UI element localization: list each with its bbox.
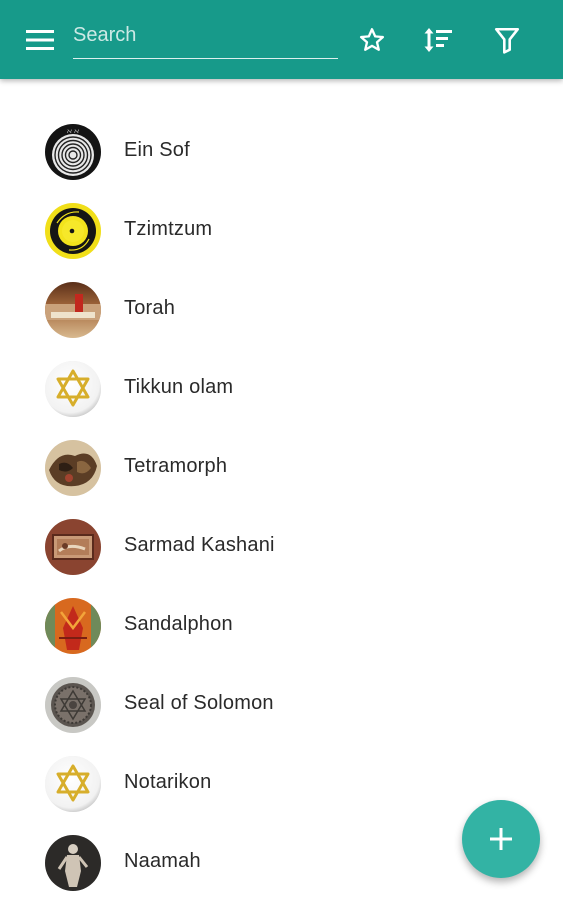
- torah-thumbnail: [45, 282, 101, 338]
- star-of-david-thumbnail: [45, 756, 101, 812]
- menu-button[interactable]: [20, 20, 60, 60]
- list-item-label: Tikkun olam: [124, 376, 234, 398]
- add-button[interactable]: [462, 800, 540, 878]
- favorites-button[interactable]: [352, 20, 392, 60]
- svg-text:ﬡ ﬡ: ﬡ ﬡ: [67, 128, 79, 135]
- painting-thumbnail: [45, 519, 101, 575]
- topic-list: ﬡ ﬡ Ein Sof Tzimtzum Torah Tikkun olam T…: [0, 112, 563, 902]
- list-item[interactable]: Sarmad Kashani: [0, 507, 563, 586]
- ein-sof-thumbnail: ﬡ ﬡ: [45, 124, 101, 180]
- sort-button[interactable]: [418, 20, 458, 60]
- tzimtzum-thumbnail: [45, 203, 101, 259]
- list-item[interactable]: Tzimtzum: [0, 191, 563, 270]
- list-item-label: Tetramorph: [124, 455, 228, 477]
- list-item[interactable]: Tetramorph: [0, 428, 563, 507]
- plus-icon: [490, 828, 512, 850]
- list-item[interactable]: Torah: [0, 270, 563, 349]
- list-item-label: Sarmad Kashani: [124, 534, 275, 556]
- search-input[interactable]: [73, 18, 338, 52]
- filter-button[interactable]: [487, 20, 527, 60]
- list-item-label: Seal of Solomon: [124, 692, 274, 714]
- sandalphon-thumbnail: [45, 598, 101, 654]
- statue-thumbnail: [45, 835, 101, 891]
- list-item-label: Sandalphon: [124, 613, 233, 635]
- list-item[interactable]: Seal of Solomon: [0, 665, 563, 744]
- list-item-label: Tzimtzum: [124, 218, 213, 240]
- list-item-label: Naamah: [124, 850, 201, 872]
- seal-thumbnail: [45, 677, 101, 733]
- list-item-label: Torah: [124, 297, 176, 319]
- app-bar: [0, 0, 563, 79]
- sort-icon: [424, 28, 452, 52]
- search-field[interactable]: [73, 18, 338, 59]
- list-item[interactable]: Sandalphon: [0, 586, 563, 665]
- list-item-label: Notarikon: [124, 771, 212, 793]
- list-item-label: Ein Sof: [124, 139, 190, 161]
- star-icon: [359, 28, 385, 51]
- list-item[interactable]: ﬡ ﬡ Ein Sof: [0, 112, 563, 191]
- star-of-david-thumbnail: [45, 361, 101, 417]
- menu-icon: [26, 30, 54, 50]
- filter-icon: [494, 27, 520, 54]
- list-item[interactable]: Tikkun olam: [0, 349, 563, 428]
- tetramorph-thumbnail: [45, 440, 101, 496]
